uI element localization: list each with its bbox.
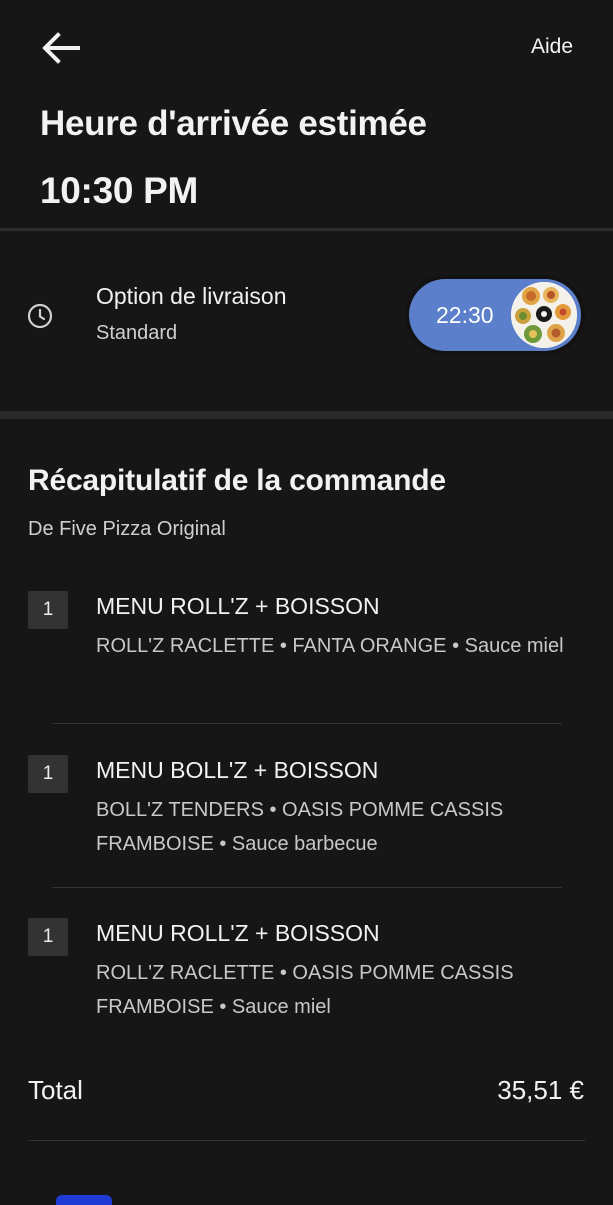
delivery-option-row[interactable]: Option de livraison Standard 22:30 <box>0 262 613 372</box>
restaurant-name: De Five Pizza Original <box>28 518 226 540</box>
order-summary-title: Récapitulatif de la commande <box>28 464 446 497</box>
header-divider <box>0 228 613 231</box>
item-quantity[interactable]: 1 <box>28 918 68 956</box>
delivery-option-subtitle: Standard <box>96 322 178 344</box>
delivery-time-label: 22:30 <box>436 302 494 328</box>
back-button[interactable] <box>38 28 82 68</box>
total-divider <box>28 1140 585 1141</box>
item-name: MENU ROLL'Z + BOISSON <box>96 593 380 619</box>
item-description: ROLL'Z RACLETTE • FANTA ORANGE • Sauce m… <box>96 635 564 657</box>
time-pill-background: 22:30 <box>409 279 581 351</box>
item-quantity[interactable]: 1 <box>28 591 68 629</box>
item-name: MENU ROLL'Z + BOISSON <box>96 920 380 946</box>
payment-card-icon[interactable] <box>56 1195 112 1205</box>
total-label: Total <box>28 1075 83 1105</box>
clock-icon <box>27 303 53 329</box>
item-quantity[interactable]: 1 <box>28 755 68 793</box>
pizza-image-icon <box>511 282 577 348</box>
arrow-left-icon <box>42 32 80 64</box>
section-divider <box>0 411 613 419</box>
item-description: BOLL'Z TENDERS • OASIS POMME CASSIS FRAM… <box>96 799 504 855</box>
eta-title: Heure d'arrivée estimée <box>40 104 427 143</box>
item-name: MENU BOLL'Z + BOISSON <box>96 757 379 783</box>
item-description: ROLL'Z RACLETTE • OASIS POMME CASSIS FRA… <box>96 962 514 1018</box>
delivery-time-pill[interactable]: 22:30 <box>405 275 585 355</box>
restaurant-thumbnail <box>511 282 577 348</box>
eta-time: 10:30 PM <box>40 170 199 211</box>
total-value: 35,51 € <box>497 1075 584 1105</box>
delivery-option-title: Option de livraison <box>96 283 287 309</box>
item-divider <box>52 723 562 724</box>
help-link[interactable]: Aide <box>531 35 573 59</box>
item-divider <box>52 887 562 888</box>
page-header: Aide Heure d'arrivée estimée 10:30 PM <box>0 0 613 228</box>
